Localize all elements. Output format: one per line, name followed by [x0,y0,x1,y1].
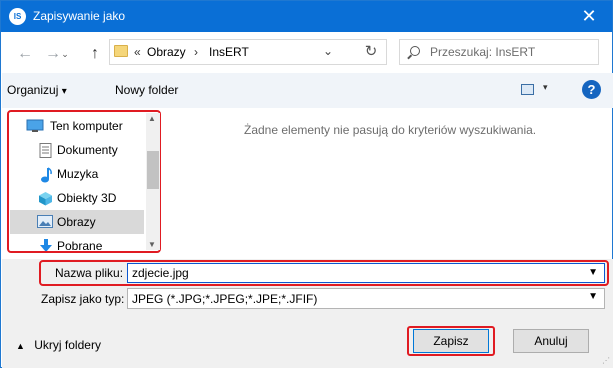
window-title: Zapisywanie jako [33,9,126,23]
save-as-dialog: IS Zapisywanie jako ✕ ← → ⌄ ↑ « Obrazy ›… [0,0,613,368]
filename-dropdown-icon[interactable]: ▼ [588,267,598,278]
breadcrumb-obrazy[interactable]: Obrazy [147,45,186,59]
view-options-icon[interactable] [521,84,534,95]
sidebar-item-label: Pobrane [57,239,103,251]
search-placeholder: Przeszukaj: InsERT [430,45,536,59]
hide-folders-label: Ukryj foldery [34,338,101,352]
sidebar-item-label: Obrazy [57,215,96,229]
sidebar-item-dokumenty[interactable]: Dokumenty [10,138,144,162]
file-type-label: Zapisz jako typ: [41,292,125,306]
cancel-button[interactable]: Anuluj [513,329,589,353]
organize-menu[interactable]: Organizuj ▾ [7,83,67,97]
sidebar-scrollbar[interactable]: ▲ ▼ [146,113,160,250]
sidebar-item-label: Muzyka [57,167,99,181]
scroll-thumb[interactable] [147,151,159,189]
title-bar: IS Zapisywanie jako ✕ [1,1,612,32]
help-icon[interactable]: ? [582,80,601,99]
back-button[interactable]: ← [15,44,35,64]
resize-grip-icon[interactable]: ⋰ [602,356,610,365]
breadcrumb-overflow-icon[interactable]: « [134,45,141,59]
search-box[interactable]: Przeszukaj: InsERT [399,39,599,65]
sidebar-item-ten-komputer[interactable]: Ten komputer [10,114,144,138]
organize-caret-icon: ▾ [61,86,67,97]
sidebar-item-obrazy[interactable]: Obrazy [10,210,144,234]
chevron-up-icon: ▲ [16,341,25,351]
filename-value: zdjecie.jpg [132,266,189,280]
organize-label: Organizuj [7,83,59,97]
view-options-caret-icon[interactable]: ▾ [543,82,548,93]
breadcrumb-separator-icon: › [194,45,198,59]
file-type-select[interactable]: JPEG (*.JPG;*.JPEG;*.JPE;*.JFIF) ▼ [127,288,605,309]
scroll-down-icon[interactable]: ▼ [148,240,156,249]
pictures-icon [37,215,53,228]
search-icon [410,46,420,56]
save-button[interactable]: Zapisz [413,329,489,353]
sidebar-item-muzyka[interactable]: Muzyka [10,162,144,186]
file-type-dropdown-icon[interactable]: ▼ [588,291,598,302]
navigation-pane: Ten komputer Dokumenty Muzyka Obiekty 3D… [7,110,161,253]
address-bar[interactable]: « Obrazy › InsERT ⌄ [109,39,387,65]
breadcrumb-insert[interactable]: InsERT [209,45,249,59]
toolbar: Organizuj ▾ Nowy folder ▾ ? [2,73,613,108]
address-dropdown-icon[interactable]: ⌄ [323,44,333,58]
file-type-value: JPEG (*.JPG;*.JPEG;*.JPE;*.JFIF) [132,292,318,306]
cube-3d-icon [39,192,52,206]
document-icon [39,143,52,158]
sidebar-item-pobrane[interactable]: Pobrane [10,234,144,251]
refresh-button[interactable]: ↻ [355,40,387,64]
sidebar-item-label: Obiekty 3D [57,191,117,205]
download-icon [40,239,52,251]
computer-icon [26,119,44,132]
empty-results-message: Żadne elementy nie pasują do kryteriów w… [244,123,537,137]
sidebar-item-label: Ten komputer [50,119,123,133]
new-folder-button[interactable]: Nowy folder [115,83,178,97]
sidebar-item-label: Dokumenty [57,143,118,157]
filename-input[interactable]: zdjecie.jpg ▼ [127,263,605,283]
close-button[interactable]: ✕ [566,1,612,32]
scroll-up-icon[interactable]: ▲ [148,114,156,123]
app-icon: IS [9,8,26,25]
up-button[interactable]: ↑ [85,44,105,64]
sidebar-item-obiekty-3d[interactable]: Obiekty 3D [10,186,144,210]
hide-folders-button[interactable]: ▲ Ukryj foldery [16,338,101,352]
folder-icon [114,45,128,57]
filename-label: Nazwa pliku: [55,266,124,280]
music-icon [41,167,52,183]
recent-locations-chevron-icon[interactable]: ⌄ [59,44,71,64]
